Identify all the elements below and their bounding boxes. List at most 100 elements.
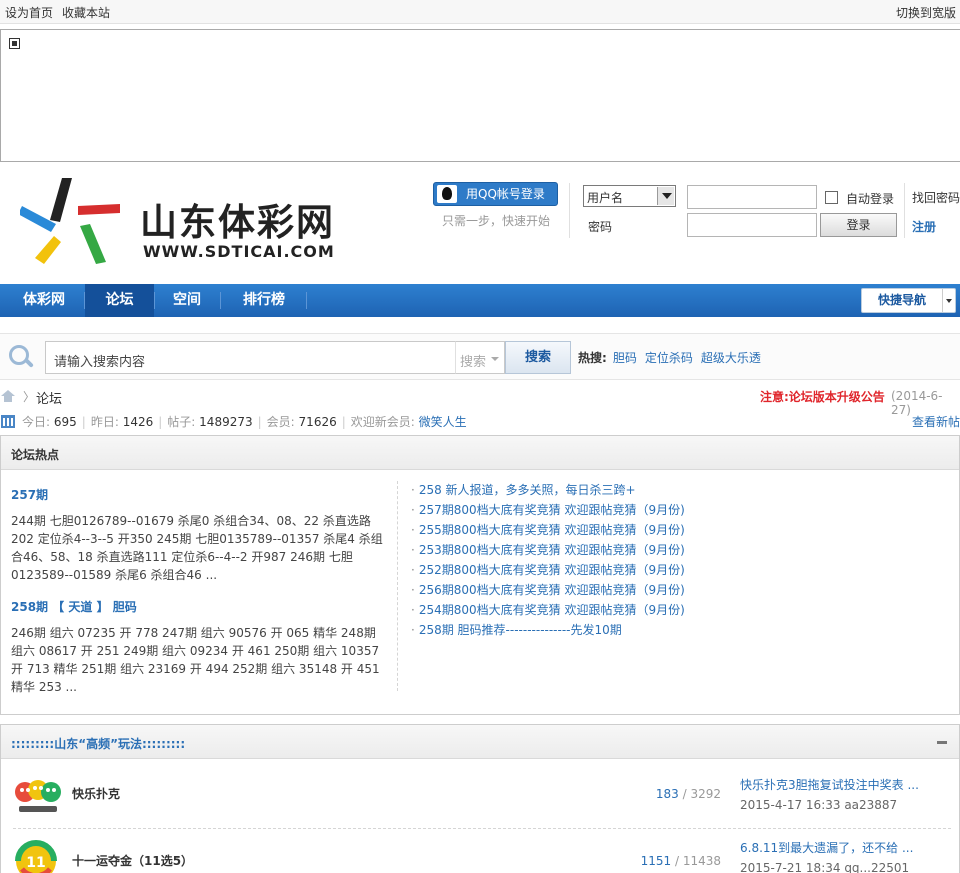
stat-today: 695	[53, 415, 77, 429]
hot-search-link[interactable]: 超级大乐透	[701, 351, 761, 365]
last-post: 6.8.11到最大遗漏了，还不给 ... 2015-7-21 18:34 qq.…	[740, 839, 913, 873]
hot-thread-link[interactable]: 258 新人报道，多多关照，每日杀三跨+	[411, 480, 685, 500]
plugin-placeholder	[0, 29, 960, 162]
hot-thread-link[interactable]: 256期800档大底有奖竞猜 欢迎跟帖竞猜（9月份)	[411, 580, 685, 600]
forum-counts: 1151 / 11438	[601, 854, 721, 868]
featured-thread-title[interactable]: 258期 【 天道 】 胆码	[11, 598, 386, 615]
password-label: 密码	[588, 220, 613, 234]
find-password-link[interactable]: 找回密码	[912, 189, 960, 206]
featured-thread-title[interactable]: 257期	[11, 486, 386, 503]
nav-item-space[interactable]: 空间	[156, 284, 218, 317]
nav-divider	[154, 292, 155, 309]
count-separator: /	[671, 854, 683, 868]
post-count: 3292	[690, 787, 721, 801]
username-type-select[interactable]: 用户名	[583, 185, 676, 207]
last-post: 快乐扑克3胆拖复试投注中奖表 ... 2015-4-17 16:33 aa238…	[740, 776, 919, 812]
logo-english-text: WWW.SDTICAI.COM	[143, 242, 335, 261]
svg-text:11: 11	[26, 855, 45, 871]
last-post-title[interactable]: 6.8.11到最大遗漏了，还不给 ...	[740, 839, 913, 856]
switch-width-link[interactable]: 切换到宽版	[896, 4, 956, 21]
hot-thread-link[interactable]: 255期800档大底有奖竞猜 欢迎跟帖竞猜（9月份)	[411, 520, 685, 540]
forum-counts: 183 / 3292	[601, 787, 721, 801]
login-button[interactable]: 登录	[820, 213, 897, 237]
missing-plugin-icon	[9, 38, 20, 49]
featured-thread-summary: 246期 组六 07235 开 778 247期 组六 90576 开 065 …	[11, 626, 380, 694]
divider	[569, 183, 570, 238]
thread-count: 183	[655, 787, 679, 801]
divider	[397, 481, 398, 691]
stats-chart-icon	[1, 415, 15, 428]
section-title[interactable]: :::::::::山东“高频”玩法:::::::::	[1, 725, 959, 759]
hot-thread-list: 258 新人报道，多多关照，每日杀三跨+ 257期800档大底有奖竞猜 欢迎跟帖…	[411, 480, 685, 640]
collapse-icon[interactable]	[937, 741, 947, 744]
lottery-11x5-icon[interactable]: 11	[13, 839, 59, 873]
quick-nav-button[interactable]: 快捷导航	[861, 288, 956, 313]
last-post-meta: 2015-7-21 18:34 qq...22501	[740, 861, 910, 873]
forum-hot-panel: 论坛热点 257期 244期 七胆0126789--01679 杀尾0 杀组合3…	[0, 435, 960, 715]
thread-count: 1151	[640, 854, 672, 868]
nav-item-forum[interactable]: 论坛	[85, 284, 154, 317]
search-bar: 请输入搜索内容 搜索 搜索 热搜: 胆码 定位杀码 超级大乐透	[0, 333, 960, 380]
register-link[interactable]: 注册	[912, 218, 936, 235]
hot-thread-link[interactable]: 253期800档大底有奖竞猜 欢迎跟帖竞猜（9月份)	[411, 540, 685, 560]
set-home-link[interactable]: 设为首页	[5, 6, 53, 20]
last-post-meta: 2015-4-17 16:33 aa23887	[740, 798, 898, 812]
breadcrumb-separator: 〉	[23, 390, 36, 404]
forum-name[interactable]: 十一运夺金（11选5）	[72, 852, 193, 869]
password-input[interactable]	[687, 213, 817, 237]
qq-icon	[437, 185, 457, 203]
search-button[interactable]: 搜索	[505, 341, 571, 374]
main-nav: 体彩网 论坛 空间 排行榜	[0, 284, 960, 317]
hot-thread-link[interactable]: 257期800档大底有奖竞猜 欢迎跟帖竞猜（9月份)	[411, 500, 685, 520]
upgrade-notice-link[interactable]: 注意:论坛版本升级公告	[760, 388, 885, 405]
view-new-posts-link[interactable]: 查看新帖	[912, 413, 960, 430]
site-logo[interactable]: 山东体彩网 WWW.SDTICAI.COM	[18, 176, 350, 268]
featured-threads: 257期 244期 七胆0126789--01679 杀尾0 杀组合34、08、…	[11, 486, 386, 710]
hot-search-link[interactable]: 定位杀码	[645, 351, 693, 365]
breadcrumb-current[interactable]: 论坛	[36, 388, 62, 407]
poker-forum-icon[interactable]	[13, 776, 63, 816]
logo-star-icon	[18, 178, 120, 264]
qq-login-subtext: 只需一步，快速开始	[442, 214, 551, 228]
count-separator: /	[678, 787, 691, 801]
hot-thread-link[interactable]: 258期 胆码推荐---------------先发10期	[411, 620, 685, 640]
top-bar: 设为首页 收藏本站 切换到宽版	[0, 0, 960, 24]
bookmark-link[interactable]: 收藏本站	[62, 6, 110, 20]
chevron-down-icon	[942, 289, 955, 312]
divider	[904, 183, 905, 238]
hot-thread-link[interactable]: 252期800档大底有奖竞猜 欢迎跟帖竞猜（9月份)	[411, 560, 685, 580]
stat-label: 欢迎新会员:	[350, 415, 415, 429]
nav-divider	[306, 292, 307, 309]
last-post-title[interactable]: 快乐扑克3胆拖复试投注中奖表 ...	[740, 776, 919, 793]
auto-login-checkbox[interactable]	[825, 191, 838, 204]
featured-thread-summary: 244期 七胆0126789--01679 杀尾0 杀组合34、08、22 杀直…	[11, 514, 383, 582]
hot-thread-link[interactable]: 254期800档大底有奖竞猜 欢迎跟帖竞猜（9月份)	[411, 600, 685, 620]
username-type-value: 用户名	[587, 191, 624, 205]
home-icon[interactable]	[1, 390, 15, 402]
quick-nav-label: 快捷导航	[878, 293, 927, 307]
auto-login-label: 自动登录	[846, 192, 895, 206]
search-input[interactable]: 请输入搜索内容	[45, 341, 455, 374]
qq-login-label: 用QQ帐号登录	[466, 187, 545, 201]
forum-name[interactable]: 快乐扑克	[72, 785, 120, 802]
panel-title: 论坛热点	[1, 436, 959, 470]
chevron-down-icon	[657, 187, 674, 205]
forum-row: 快乐扑克 183 / 3292 快乐扑克3胆拖复试投注中奖表 ... 2015-…	[1, 767, 960, 837]
hot-search-link[interactable]: 胆码	[613, 351, 637, 365]
stat-label: 帖子:	[167, 415, 196, 429]
logo-chinese-text: 山东体彩网	[140, 201, 335, 244]
stat-label: 昨日:	[90, 415, 119, 429]
stat-yesterday: 1426	[122, 415, 154, 429]
qq-login-button[interactable]: 用QQ帐号登录	[433, 182, 558, 206]
stat-members: 71626	[298, 415, 337, 429]
search-type-select[interactable]: 搜索	[455, 341, 505, 374]
username-input[interactable]	[687, 185, 817, 209]
search-icon	[9, 345, 31, 367]
stat-label: 会员:	[266, 415, 295, 429]
nav-divider	[220, 292, 221, 309]
stat-posts: 1489273	[199, 415, 253, 429]
nav-item-ranking[interactable]: 排行榜	[222, 284, 306, 317]
forum-section: :::::::::山东“高频”玩法::::::::: 快乐扑克 183 / 32…	[0, 724, 960, 873]
nav-item-ticai[interactable]: 体彩网	[8, 284, 80, 317]
newest-member-link[interactable]: 微笑人生	[419, 415, 467, 429]
